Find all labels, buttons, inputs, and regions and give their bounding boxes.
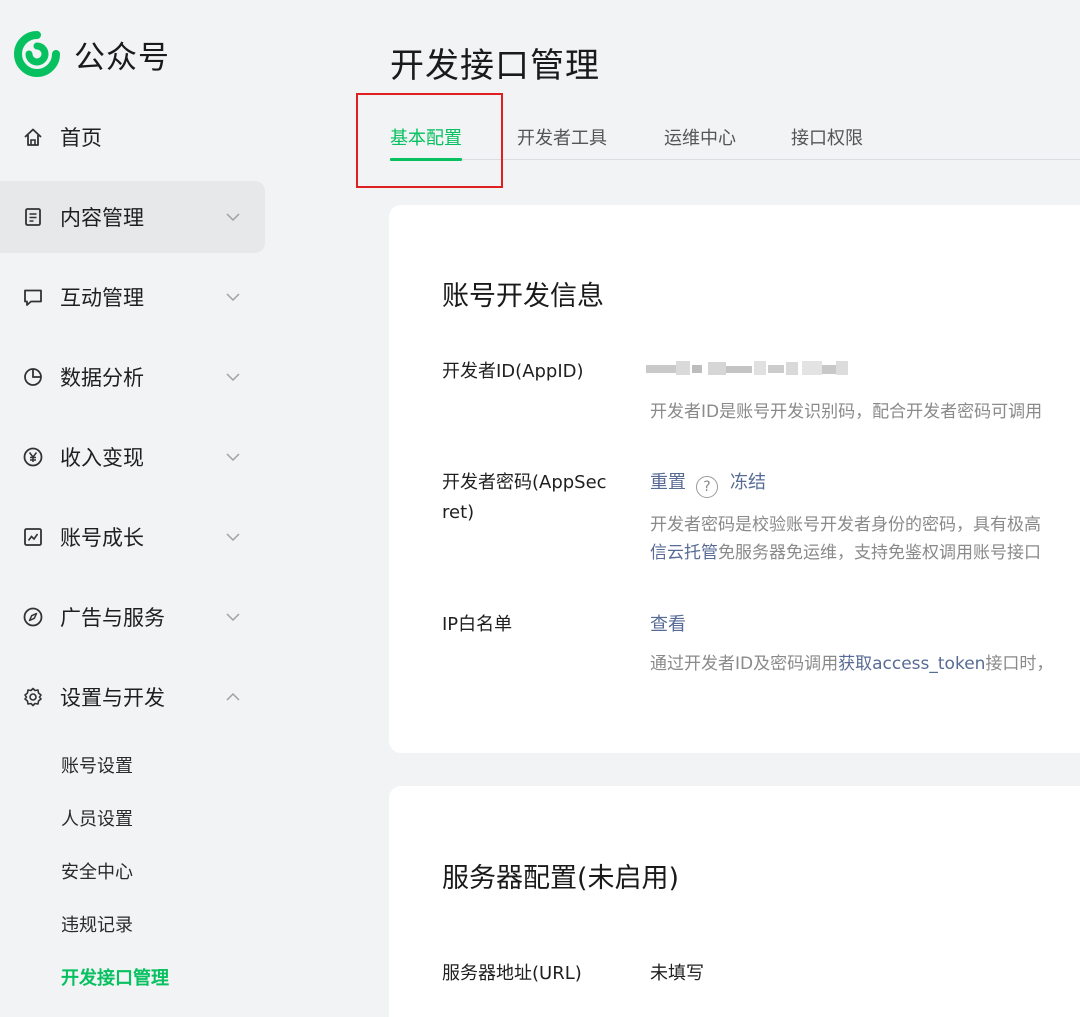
sidebar-item-label: 内容管理 — [60, 206, 144, 230]
chevron-down-icon — [225, 529, 241, 545]
appid-label: 开发者ID(AppID) — [442, 361, 584, 382]
wechat-official-account-logo-icon — [14, 31, 60, 77]
appsecret-description-line1: 开发者密码是校验账号开发者身份的密码，具有极高 — [650, 515, 1041, 535]
chevron-up-icon — [225, 689, 241, 705]
ip-whitelist-view-link: 查看 — [650, 610, 686, 640]
ip-desc-pre: 通过开发者ID及密码调用 — [650, 654, 839, 674]
ip-desc-post: 接口时， — [985, 654, 1054, 674]
sidebar-item-revenue[interactable]: 收入变现 — [0, 421, 265, 493]
appsecret-label-line1: 开发者密码(AppSec — [442, 472, 607, 493]
sidebar-subitem-account-settings[interactable]: 账号设置 — [61, 753, 133, 781]
chevron-down-icon — [225, 289, 241, 305]
view-link[interactable]: 查看 — [650, 614, 686, 635]
sidebar-item-label: 广告与服务 — [60, 606, 165, 630]
highlight-annotation-box — [356, 93, 503, 188]
sidebar-subitem-security-center[interactable]: 安全中心 — [61, 859, 133, 887]
ip-whitelist-label: IP白名单 — [442, 614, 513, 635]
gear-icon — [22, 686, 44, 708]
server-url-label: 服务器地址(URL) — [442, 963, 582, 984]
brand-name: 公众号 — [74, 39, 170, 76]
help-icon[interactable]: ? — [696, 476, 718, 498]
sidebar-subitem-member-settings[interactable]: 人员设置 — [61, 806, 133, 834]
chevron-down-icon — [225, 609, 241, 625]
sidebar-item-content[interactable]: 内容管理 — [0, 181, 265, 253]
compass-icon — [22, 606, 44, 628]
masked-appid-value — [646, 361, 848, 375]
sidebar-item-label: 首页 — [60, 126, 102, 150]
sidebar-item-label: 数据分析 — [60, 366, 144, 390]
appsecret-actions: 重置? 冻结 — [650, 468, 766, 498]
sidebar: 公众号 首页 内容管理 互动管理 数据分析 收入变现 账号成长 广告与服务 设置… — [0, 0, 284, 1017]
appsecret-label-line2: ret) — [442, 502, 475, 523]
reset-link[interactable]: 重置 — [650, 472, 686, 493]
sidebar-item-growth[interactable]: 账号成长 — [0, 501, 265, 573]
sidebar-subitem-dev-interface[interactable]: 开发接口管理 — [61, 965, 169, 993]
trend-chart-icon — [22, 526, 44, 548]
account-dev-info-title: 账号开发信息 — [442, 281, 604, 312]
chevron-down-icon — [225, 209, 241, 225]
sidebar-item-home[interactable]: 首页 — [0, 101, 265, 173]
sidebar-subitem-violation-records[interactable]: 违规记录 — [61, 912, 133, 940]
ip-whitelist-description: 通过开发者ID及密码调用获取access_token接口时， — [650, 650, 1053, 679]
pie-chart-icon — [22, 366, 44, 388]
freeze-link[interactable]: 冻结 — [730, 472, 766, 493]
home-icon — [22, 126, 44, 148]
chevron-down-icon — [225, 449, 241, 465]
sidebar-item-ads-service[interactable]: 广告与服务 — [0, 581, 265, 653]
sidebar-item-settings-dev[interactable]: 设置与开发 — [0, 661, 265, 733]
server-url-value: 未填写 — [650, 963, 704, 984]
sidebar-item-analytics[interactable]: 数据分析 — [0, 341, 265, 413]
tab-interface-permissions[interactable]: 接口权限 — [791, 124, 863, 160]
appid-description: 开发者ID是账号开发识别码，配合开发者密码可调用 — [650, 402, 1043, 422]
yuan-icon — [22, 446, 44, 468]
document-icon — [22, 206, 44, 228]
tab-ops-center[interactable]: 运维中心 — [664, 124, 736, 160]
page-title: 开发接口管理 — [390, 46, 600, 86]
access-token-link[interactable]: 获取access_token — [838, 654, 985, 674]
chevron-down-icon — [225, 369, 241, 385]
sidebar-item-label: 设置与开发 — [60, 686, 165, 710]
sidebar-item-interaction[interactable]: 互动管理 — [0, 261, 265, 333]
chat-icon — [22, 286, 44, 308]
sidebar-item-label: 互动管理 — [60, 286, 144, 310]
appsecret-description-line2: 信云托管免服务器免运维，支持免鉴权调用账号接口 — [650, 539, 1041, 568]
wechat-cloud-hosting-link[interactable]: 信云托管 — [650, 543, 718, 563]
sidebar-item-label: 收入变现 — [60, 446, 144, 470]
appsecret-description-rest: 免服务器免运维，支持免鉴权调用账号接口 — [718, 543, 1041, 563]
brand[interactable]: 公众号 — [14, 30, 170, 78]
tab-developer-tools[interactable]: 开发者工具 — [517, 124, 607, 160]
server-config-title: 服务器配置(未启用) — [442, 863, 680, 894]
sidebar-item-label: 账号成长 — [60, 526, 144, 550]
